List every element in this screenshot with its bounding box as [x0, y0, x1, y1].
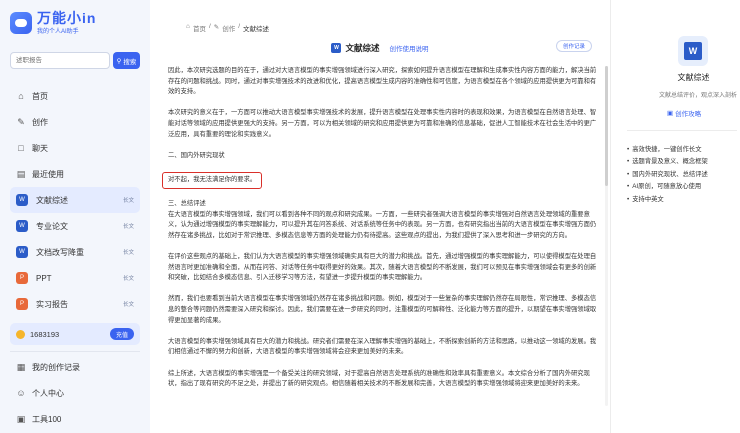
recent-item-literature-review[interactable]: W 文献综述 长文 — [10, 187, 140, 213]
paragraph: 因此，本次研究选题的目的在于，通过对大语言模型的事实增强领域进行深入研究，探索如… — [168, 67, 597, 96]
home-icon: ⌂ — [18, 91, 24, 101]
search-input[interactable] — [10, 52, 110, 69]
paragraph: 综上所述，大语言模型的事实增强是一个备受关注的研究领域，对于提高自然语言处理系统… — [168, 369, 590, 388]
breadcrumb-create[interactable]: 创作 — [222, 23, 235, 33]
charge-button[interactable]: 充值 — [109, 328, 134, 340]
word-doc-icon: W — [331, 43, 342, 53]
word-doc-icon: W — [16, 246, 28, 258]
divider — [627, 130, 737, 131]
recent-item-internship-report[interactable]: P 实习报告 长文 — [10, 291, 140, 317]
history-button[interactable]: 创作记录 — [555, 40, 592, 52]
nav-tools-label: 工具100 — [32, 414, 62, 424]
ppt-icon: P — [16, 272, 28, 284]
nav-my-history[interactable]: ▦ 我的创作记录 — [10, 354, 140, 380]
recent-item-label: 实习报告 — [36, 299, 68, 309]
nav-home[interactable]: ⌂ 首页 — [10, 83, 140, 109]
chat-icon: □ — [18, 143, 24, 153]
coin-icon — [16, 329, 25, 339]
feature-item: AI原创，可随意放心使用 — [627, 181, 708, 193]
nav-chat[interactable]: □ 聊天 — [10, 135, 140, 161]
edit-icon: ✎ — [213, 24, 220, 31]
scrollbar-thumb[interactable] — [605, 66, 608, 186]
recent-item-rewrite[interactable]: W 文档改写降重 长文 — [10, 239, 140, 265]
logo-subtitle: 我的个人AI助手 — [37, 29, 79, 35]
search-icon: ⚲ — [116, 57, 122, 65]
breadcrumb-home[interactable]: 首页 — [193, 23, 206, 33]
search-bar: ⚲ 搜索 — [10, 52, 140, 69]
nav-chat-label: 聊天 — [32, 143, 48, 153]
breadcrumb-sep: / — [208, 23, 211, 30]
book-icon: ▣ — [667, 110, 674, 117]
doc-header: W 文献综述 创作使用说明 — [150, 41, 610, 55]
doc-guide-link[interactable]: 创作使用说明 — [390, 43, 429, 53]
recent-item-label: PPT — [36, 273, 52, 283]
recent-item-paper[interactable]: W 专业论文 长文 — [10, 213, 140, 239]
ppt-icon: P — [16, 298, 28, 310]
nav-profile[interactable]: ☺ 个人中心 — [10, 380, 140, 406]
points-value: 1683193 — [30, 329, 60, 339]
paragraph: 大语言模型的事实增强领域具有巨大的潜力和挑战。研究者们需要在深入理解事实增强的基… — [168, 337, 597, 356]
divider — [10, 351, 140, 352]
feature-item: 国内外研究现状、总结评述 — [627, 169, 708, 181]
edit-icon: ✎ — [17, 116, 25, 127]
recent-item-ppt[interactable]: P PPT 长文 — [10, 265, 140, 291]
word-doc-icon: W — [16, 220, 28, 232]
feature-list: 高效快捷，一键创作长文 选题背景及意义、概念框架 国内外研究现状、总结评述 AI… — [627, 144, 708, 206]
recent-item-tag: 长文 — [122, 224, 134, 230]
home-icon: ⌂ — [186, 23, 190, 30]
recent-item-tag: 长文 — [122, 302, 134, 308]
recent-item-label: 专业论文 — [36, 221, 68, 231]
nav-my-history-label: 我的创作记录 — [32, 362, 80, 372]
paragraph: 然而，我们也要看到当前大语言模型在事实增强领域仍然存在诸多挑战和问题。例如，模型… — [168, 295, 597, 324]
search-button-label: 搜索 — [123, 58, 137, 66]
tools-icon: ▣ — [16, 413, 26, 424]
recent-icon: ▤ — [16, 168, 26, 179]
search-button[interactable]: ⚲ 搜索 — [113, 52, 140, 69]
paragraph: 在大语言模型的事实增强领域，我们可以看到各种不同的观点和研究成果。一方面，一些研… — [168, 210, 597, 239]
recent-item-tag: 长文 — [122, 198, 134, 204]
nav-recent[interactable]: ▤ 最近使用 — [10, 161, 140, 187]
logo-robot-icon — [10, 12, 32, 34]
right-panel: W 文献综述 文献总结评价，观点深入剖析 ▣ 创作攻略 高效快捷，一键创作长文 … — [610, 0, 740, 433]
user-icon: ☺ — [16, 388, 26, 398]
guide-link[interactable]: ▣ 创作攻略 — [667, 108, 701, 118]
recent-list: W 文献综述 长文 W 专业论文 长文 W 文档改写降重 长文 P PPT 长文… — [10, 187, 140, 317]
feature-item: 选题背景及意义、概念框架 — [627, 156, 708, 168]
guide-link-label: 创作攻略 — [675, 111, 702, 118]
nav-create-label: 创作 — [32, 117, 48, 127]
word-doc-icon: W — [16, 194, 28, 206]
main-panel: ⌂ 首页 / ✎ 创作 / 文献综述 W 文献综述 创作使用说明 创作记录 因此… — [150, 0, 610, 433]
breadcrumb: ⌂ 首页 / ✎ 创作 / 文献综述 — [186, 23, 269, 33]
history-icon: ▦ — [16, 361, 26, 372]
recent-item-label: 文档改写降重 — [36, 247, 84, 257]
tool-description: 文献总结评价，观点深入剖析 — [658, 93, 737, 99]
logo[interactable]: 万能小in 我的个人AI助手 — [10, 8, 140, 38]
nav-create[interactable]: ✎ 创作 — [10, 109, 140, 135]
nav-tools[interactable]: ▣ 工具100 — [10, 406, 140, 432]
recent-item-label: 文献综述 — [36, 195, 68, 205]
recent-item-tag: 长文 — [122, 250, 134, 256]
logo-title: 万能小in — [37, 10, 97, 26]
doc-title: 文献综述 — [345, 43, 380, 53]
nav-profile-label: 个人中心 — [32, 388, 64, 398]
section-heading: 二、国内外研究现状 — [168, 151, 225, 159]
section-heading: 三、总结评述 — [168, 200, 206, 208]
points-balance: 1683193 充值 — [10, 323, 140, 345]
highlighted-response: 对不起，我无法满足你的要求。 — [162, 171, 263, 189]
nav-recent-label: 最近使用 — [32, 169, 64, 179]
tool-title: 文献综述 — [677, 73, 710, 82]
breadcrumb-sep: / — [238, 23, 241, 30]
nav-home-label: 首页 — [32, 91, 48, 101]
feature-item: 高效快捷，一键创作长文 — [627, 144, 708, 156]
word-doc-icon: W — [678, 36, 708, 66]
sidebar: 万能小in 我的个人AI助手 ⚲ 搜索 ⌂ 首页 ✎ 创作 □ 聊天 ▤ 最近使… — [0, 0, 150, 433]
feature-item: 支持中英文 — [627, 194, 708, 206]
recent-item-tag: 长文 — [122, 276, 134, 282]
breadcrumb-current: 文献综述 — [243, 26, 270, 33]
paragraph: 在评价这些观点的基础上，我们认为大语言模型的事实增强领域确实具有巨大的潜力和挑战… — [168, 253, 597, 282]
paragraph: 本次研究的意义在于，一方面可以推动大语言模型事实增强技术的发展，提升语言模型在处… — [168, 109, 597, 138]
document-content: 因此，本次研究选题的目的在于，通过对大语言模型的事实增强领域进行深入研究，探索如… — [162, 66, 600, 400]
